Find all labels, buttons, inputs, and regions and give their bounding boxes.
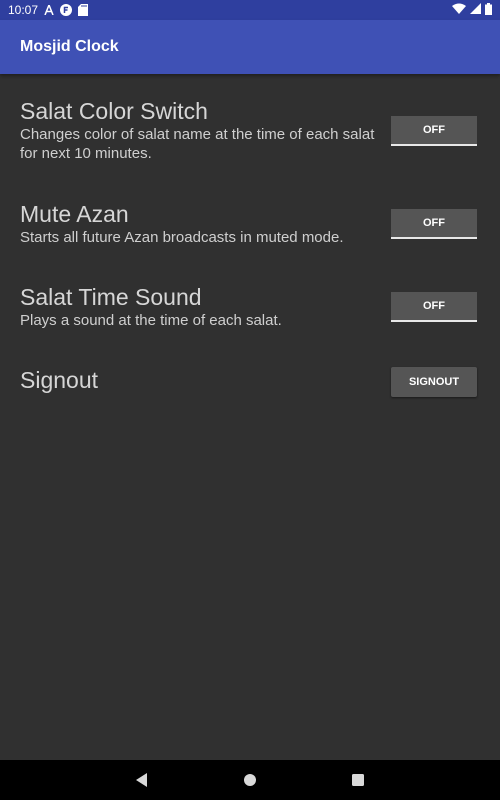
setting-description: Starts all future Azan broadcasts in mut… <box>20 229 344 246</box>
app-title: Mosjid Clock <box>20 38 119 55</box>
setting-description: Plays a sound at the time of each salat. <box>20 312 282 329</box>
back-icon[interactable] <box>130 768 154 792</box>
status-bar: 10:07 <box>0 0 500 20</box>
a-notification-icon <box>44 4 54 16</box>
setting-title: Mute Azan <box>20 201 129 227</box>
setting-mute-azan: Mute Azan Starts all future Azan broadca… <box>0 200 500 260</box>
setting-title: Signout <box>20 367 99 393</box>
app-notification-icon <box>60 4 73 16</box>
app-bar: Mosjid Clock <box>0 20 500 74</box>
salat-color-switch-toggle[interactable]: OFF <box>391 116 477 146</box>
setting-title: Salat Time Sound <box>20 284 202 310</box>
setting-title: Salat Color Switch <box>20 98 208 124</box>
battery-icon <box>485 2 492 18</box>
setting-signout: Signout SIGNOUT <box>0 366 500 406</box>
sd-card-icon <box>78 4 89 16</box>
status-time: 10:07 <box>8 3 39 17</box>
setting-salat-time-sound: Salat Time Sound Plays a sound at the ti… <box>0 283 500 343</box>
mute-azan-toggle[interactable]: OFF <box>391 209 477 239</box>
setting-description: Changes color of salat name at the time … <box>20 126 375 162</box>
system-nav-bar <box>0 760 500 800</box>
salat-time-sound-toggle[interactable]: OFF <box>391 292 477 322</box>
recents-icon[interactable] <box>346 768 370 792</box>
home-icon[interactable] <box>238 768 262 792</box>
settings-list: Salat Color Switch Changes color of sala… <box>0 74 500 760</box>
cellular-signal-icon <box>470 3 481 17</box>
signout-button[interactable]: SIGNOUT <box>391 367 477 397</box>
wifi-icon <box>452 3 466 17</box>
setting-salat-color-switch: Salat Color Switch Changes color of sala… <box>0 97 500 177</box>
